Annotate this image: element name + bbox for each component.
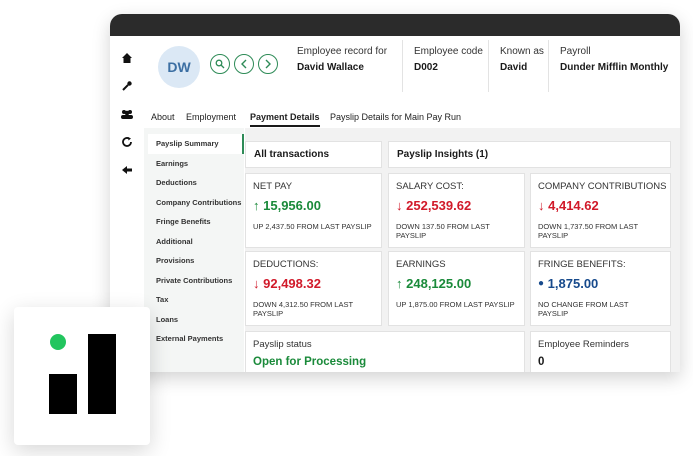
summary-content: All transactions Payslip Insights (1) NE… xyxy=(245,128,680,372)
brand-logo-icon xyxy=(49,334,116,414)
payroll-label: Payroll xyxy=(560,46,591,57)
arrow-up-icon: ↑ xyxy=(253,198,260,213)
tab-payslip-details[interactable]: Payslip Details for Main Pay Run xyxy=(330,112,461,122)
employee-reminders-card[interactable]: Employee Reminders 0 xyxy=(530,331,671,372)
net-pay-change: UP 2,437.50 FROM LAST PAYSLIP xyxy=(253,222,372,231)
salary-cost-change: DOWN 137.50 FROM LAST PAYSLIP xyxy=(396,222,490,240)
payslip-insights-card[interactable]: Payslip Insights (1) xyxy=(388,141,671,168)
menu-item-private-contributions[interactable]: Private Contributions xyxy=(144,271,244,291)
earnings-label: EARNINGS xyxy=(396,259,446,270)
fringe-benefits-value: ● 1,875.00 xyxy=(538,276,598,291)
menu-item-loans[interactable]: Loans xyxy=(144,310,244,330)
logout-icon[interactable] xyxy=(119,162,135,178)
deductions-change: DOWN 4,312.50 FROM LAST PAYSLIP xyxy=(253,300,353,318)
employee-code: Employee code D002 xyxy=(414,46,483,73)
company-contributions-card[interactable]: COMPANY CONTRIBUTIONS ↓ 4,414.62 DOWN 1,… xyxy=(530,173,671,248)
fringe-benefits-amount: 1,875.00 xyxy=(547,276,599,291)
net-pay-value: ↑ 15,956.00 xyxy=(253,198,321,213)
chevron-right-icon[interactable] xyxy=(258,54,278,74)
arrow-down-icon: ↓ xyxy=(538,198,545,213)
company-contributions-value: ↓ 4,414.62 xyxy=(538,198,599,213)
menu-item-fringe-benefits[interactable]: Fringe Benefits xyxy=(144,212,244,232)
menu-item-deductions[interactable]: Deductions xyxy=(144,173,244,193)
menu-item-additional[interactable]: Additional xyxy=(144,232,244,252)
company-contributions-change: DOWN 1,737.50 FROM LAST PAYSLIP xyxy=(538,222,638,240)
menu-item-payslip-summary[interactable]: Payslip Summary xyxy=(148,134,244,154)
menu-item-external-payments[interactable]: External Payments xyxy=(144,329,244,349)
payslip-status-value: Open for Processing xyxy=(253,356,367,368)
tab-bar: About Employment Payment Details Payslip… xyxy=(144,106,680,128)
divider xyxy=(548,40,549,92)
employee-code-label: Employee code xyxy=(414,46,483,57)
title-bar xyxy=(110,14,680,36)
known-as-value: David xyxy=(500,62,528,73)
net-pay-label: NET PAY xyxy=(253,181,293,192)
fringe-benefits-card[interactable]: FRINGE BENEFITS: ● 1,875.00 NO CHANGE FR… xyxy=(530,251,671,326)
payslip-insights-title: Payslip Insights (1) xyxy=(397,149,489,160)
dot-icon: ● xyxy=(538,278,545,289)
divider xyxy=(402,40,403,92)
menu-item-tax[interactable]: Tax xyxy=(144,290,244,310)
salary-cost-amount: 252,539.62 xyxy=(406,198,472,213)
tab-about[interactable]: About xyxy=(151,112,175,122)
menu-item-company-contributions[interactable]: Company Contributions xyxy=(144,193,244,213)
all-transactions-card[interactable]: All transactions xyxy=(245,141,382,168)
deductions-amount: 92,498.32 xyxy=(263,276,321,291)
company-contributions-amount: 4,414.62 xyxy=(548,198,599,213)
app-window: DW Employee record for David Wallace Emp… xyxy=(110,14,680,372)
tab-employment[interactable]: Employment xyxy=(186,112,236,122)
earnings-amount: 248,125.00 xyxy=(406,276,472,291)
company-contributions-label: COMPANY CONTRIBUTIONS xyxy=(538,181,667,192)
divider xyxy=(488,40,489,92)
search-icon[interactable] xyxy=(210,54,230,74)
known-as-label: Known as xyxy=(500,46,544,57)
employee-record-value: David Wallace xyxy=(297,62,364,73)
fringe-benefits-label: FRINGE BENEFITS: xyxy=(538,259,626,270)
fringe-benefits-change: NO CHANGE FROM LAST PAYSLIP xyxy=(538,300,629,318)
arrow-up-icon: ↑ xyxy=(396,276,403,291)
arrow-down-icon: ↓ xyxy=(253,276,260,291)
arrow-down-icon: ↓ xyxy=(396,198,403,213)
employee-reminders-value: 0 xyxy=(538,356,545,368)
employee-code-value: D002 xyxy=(414,62,438,73)
employee-record: Employee record for David Wallace xyxy=(297,46,387,73)
employee-reminders-label: Employee Reminders xyxy=(538,339,629,350)
all-transactions-title: All transactions xyxy=(254,149,330,160)
salary-cost-value: ↓ 252,539.62 xyxy=(396,198,471,213)
chevron-left-icon[interactable] xyxy=(234,54,254,74)
known-as: Known as David xyxy=(500,46,544,73)
deductions-label: DEDUCTIONS: xyxy=(253,259,319,270)
salary-cost-label: SALARY COST: xyxy=(396,181,464,192)
logo-tile xyxy=(14,307,150,445)
refresh-icon[interactable] xyxy=(119,134,135,150)
home-icon[interactable] xyxy=(119,50,135,66)
section-menu: Payslip Summary Earnings Deductions Comp… xyxy=(144,128,244,372)
net-pay-card[interactable]: NET PAY ↑ 15,956.00 UP 2,437.50 FROM LAS… xyxy=(245,173,382,248)
payroll: Payroll Dunder Mifflin Monthly xyxy=(560,46,668,73)
net-pay-amount: 15,956.00 xyxy=(263,198,321,213)
users-icon[interactable] xyxy=(119,106,135,122)
employee-record-label: Employee record for xyxy=(297,46,388,57)
avatar: DW xyxy=(158,46,200,88)
payslip-status-label: Payslip status xyxy=(253,339,312,350)
earnings-card[interactable]: EARNINGS ↑ 248,125.00 UP 1,875.00 FROM L… xyxy=(388,251,525,326)
menu-item-earnings[interactable]: Earnings xyxy=(144,154,244,174)
earnings-value: ↑ 248,125.00 xyxy=(396,276,471,291)
employee-header: DW Employee record for David Wallace Emp… xyxy=(144,36,680,106)
payroll-value: Dunder Mifflin Monthly xyxy=(560,62,669,73)
salary-cost-card[interactable]: SALARY COST: ↓ 252,539.62 DOWN 137.50 FR… xyxy=(388,173,525,248)
deductions-value: ↓ 92,498.32 xyxy=(253,276,321,291)
deductions-card[interactable]: DEDUCTIONS: ↓ 92,498.32 DOWN 4,312.50 FR… xyxy=(245,251,382,326)
payslip-status-card[interactable]: Payslip status Open for Processing xyxy=(245,331,525,372)
earnings-change: UP 1,875.00 FROM LAST PAYSLIP xyxy=(396,300,515,309)
menu-item-provisions[interactable]: Provisions xyxy=(144,251,244,271)
tab-payment-details[interactable]: Payment Details xyxy=(250,112,320,127)
wrench-icon[interactable] xyxy=(119,78,135,94)
